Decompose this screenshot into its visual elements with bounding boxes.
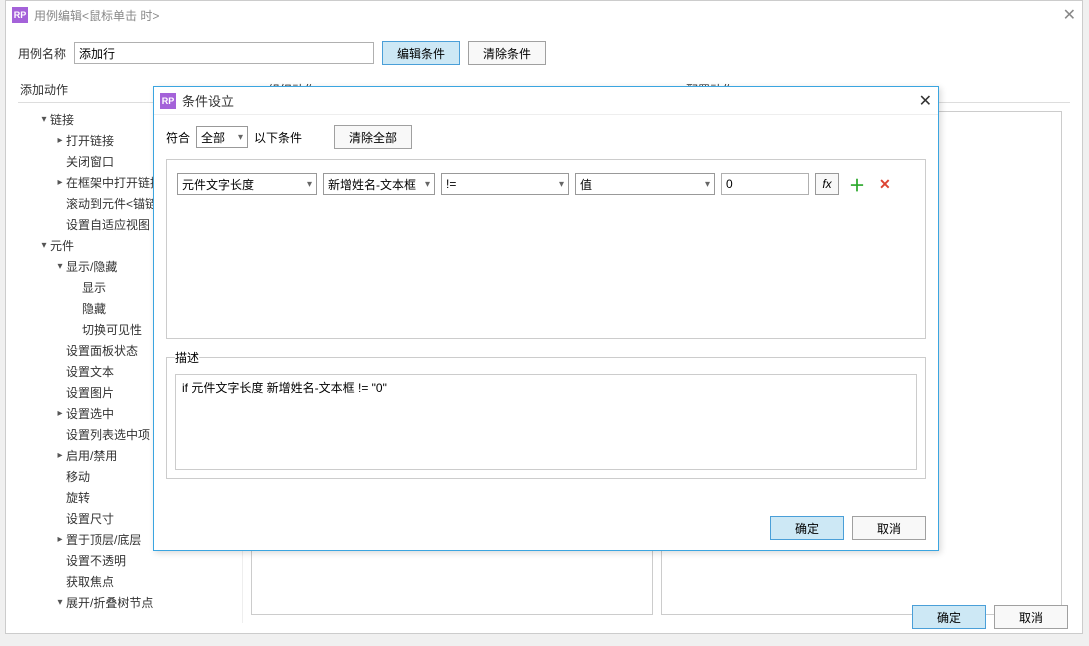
match-label-suffix: 以下条件 — [254, 129, 302, 146]
clear-condition-button[interactable]: 清除条件 — [468, 41, 546, 65]
description-textarea[interactable]: if 元件文字长度 新增姓名-文本框 != "0" — [175, 374, 917, 470]
chevron-down-icon: ▾ — [238, 132, 243, 143]
outer-close-icon[interactable]: ✕ — [1063, 5, 1076, 25]
inner-ok-button[interactable]: 确定 — [770, 516, 844, 540]
tree-item-expand-collapse[interactable]: ▾展开/折叠树节点 — [18, 592, 242, 613]
chevron-down-icon: ▾ — [705, 179, 710, 190]
outer-titlebar: RP 用例编辑<鼠标单击 时> ✕ — [6, 1, 1082, 29]
add-row-icon[interactable]: ＋ — [845, 172, 869, 196]
match-label-prefix: 符合 — [166, 129, 190, 146]
case-name-label: 用例名称 — [18, 45, 66, 62]
outer-title-text: 用例编辑<鼠标单击 时> — [34, 7, 159, 24]
case-name-input[interactable] — [74, 42, 374, 64]
clear-all-button[interactable]: 清除全部 — [334, 125, 412, 149]
tree-item-set-opacity[interactable]: 设置不透明 — [18, 550, 242, 571]
tab-add-action[interactable]: 添加动作 — [20, 81, 68, 98]
inner-logo-icon: RP — [160, 93, 176, 109]
edit-condition-button[interactable]: 编辑条件 — [382, 41, 460, 65]
condition-valuetype-select[interactable]: 值▾ — [575, 173, 715, 195]
condition-operator-select[interactable]: !=▾ — [441, 173, 569, 195]
description-legend: 描述 — [175, 349, 199, 366]
description-fieldset: 描述 if 元件文字长度 新增姓名-文本框 != "0" — [166, 349, 926, 479]
condition-builder-dialog: RP 条件设立 ✕ 符合 全部▾ 以下条件 清除全部 元件文字长度▾ 新增姓名-… — [153, 86, 939, 551]
match-mode-select[interactable]: 全部▾ — [196, 126, 248, 148]
inner-titlebar: RP 条件设立 ✕ — [154, 87, 938, 115]
condition-rows-fieldset: 元件文字长度▾ 新增姓名-文本框▾ !=▾ 值▾ fx ＋ ✕ — [166, 159, 926, 339]
condition-value-input[interactable] — [721, 173, 809, 195]
fx-button[interactable]: fx — [815, 173, 839, 195]
inner-title-text: 条件设立 — [182, 91, 234, 110]
chevron-down-icon: ▾ — [425, 179, 430, 190]
condition-row: 元件文字长度▾ 新增姓名-文本框▾ !=▾ 值▾ fx ＋ ✕ — [177, 172, 915, 196]
outer-cancel-button[interactable]: 取消 — [994, 605, 1068, 629]
outer-ok-button[interactable]: 确定 — [912, 605, 986, 629]
inner-close-icon[interactable]: ✕ — [919, 91, 932, 111]
condition-property-select[interactable]: 元件文字长度▾ — [177, 173, 317, 195]
delete-row-icon[interactable]: ✕ — [875, 176, 895, 193]
inner-cancel-button[interactable]: 取消 — [852, 516, 926, 540]
chevron-down-icon: ▾ — [559, 179, 564, 190]
chevron-down-icon: ▾ — [307, 179, 312, 190]
condition-widget-select[interactable]: 新增姓名-文本框▾ — [323, 173, 435, 195]
app-logo-icon: RP — [12, 7, 28, 23]
tree-item-get-focus[interactable]: 获取焦点 — [18, 571, 242, 592]
